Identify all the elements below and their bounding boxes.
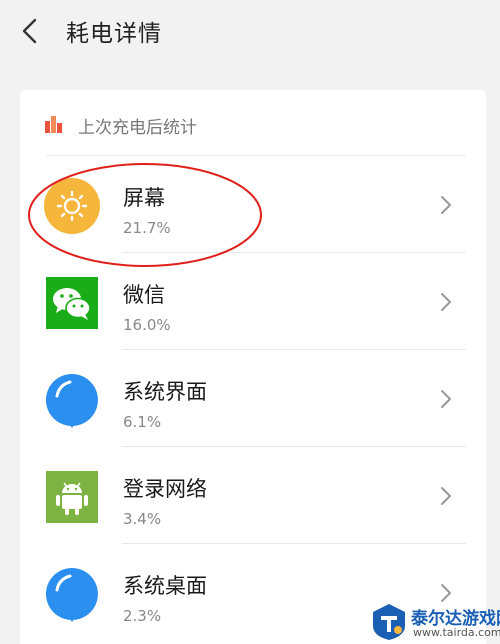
sun-icon [44, 178, 100, 234]
item-name: 微信 [123, 283, 165, 307]
card-heading: 上次充电后统计 [78, 118, 197, 138]
watermark-logo-icon [373, 604, 405, 640]
chevron-right-icon [441, 487, 451, 505]
item-name: 系统界面 [123, 380, 207, 404]
item-percent: 3.4% [123, 510, 162, 528]
blue-bubble-icon [45, 568, 98, 622]
blue-bubble-icon [45, 374, 98, 428]
item-name: 登录网络 [123, 477, 207, 501]
item-percent: 21.7% [123, 219, 171, 237]
usage-item-screen[interactable]: 屏幕 21.7% [20, 156, 486, 253]
usage-item-wechat[interactable]: 微信 16.0% [20, 253, 486, 350]
battery-usage-card: 上次充电后统计 屏幕 21.7% 微信 16.0% 系统界面 6.1% 登录网络… [20, 90, 486, 644]
item-percent: 16.0% [123, 316, 171, 334]
chevron-right-icon [441, 390, 451, 408]
usage-item-system-ui[interactable]: 系统界面 6.1% [20, 350, 486, 447]
item-percent: 2.3% [123, 607, 162, 625]
item-name: 系统桌面 [123, 574, 207, 598]
watermark-url: www.tairda.com [413, 626, 500, 639]
chevron-right-icon [441, 196, 451, 214]
usage-item-login-network[interactable]: 登录网络 3.4% [20, 447, 486, 544]
watermark: 泰尔达游戏网 www.tairda.com [367, 600, 500, 644]
page-title: 耗电详情 [66, 21, 162, 47]
chevron-left-icon[interactable] [16, 16, 46, 46]
bar-chart-icon [45, 116, 62, 133]
wechat-icon [46, 277, 98, 329]
top-bar: 耗电详情 [0, 0, 500, 64]
android-icon [46, 471, 98, 523]
item-name: 屏幕 [123, 186, 165, 210]
chevron-right-icon [441, 293, 451, 311]
card-header: 上次充电后统计 [20, 90, 486, 156]
item-percent: 6.1% [123, 413, 162, 431]
